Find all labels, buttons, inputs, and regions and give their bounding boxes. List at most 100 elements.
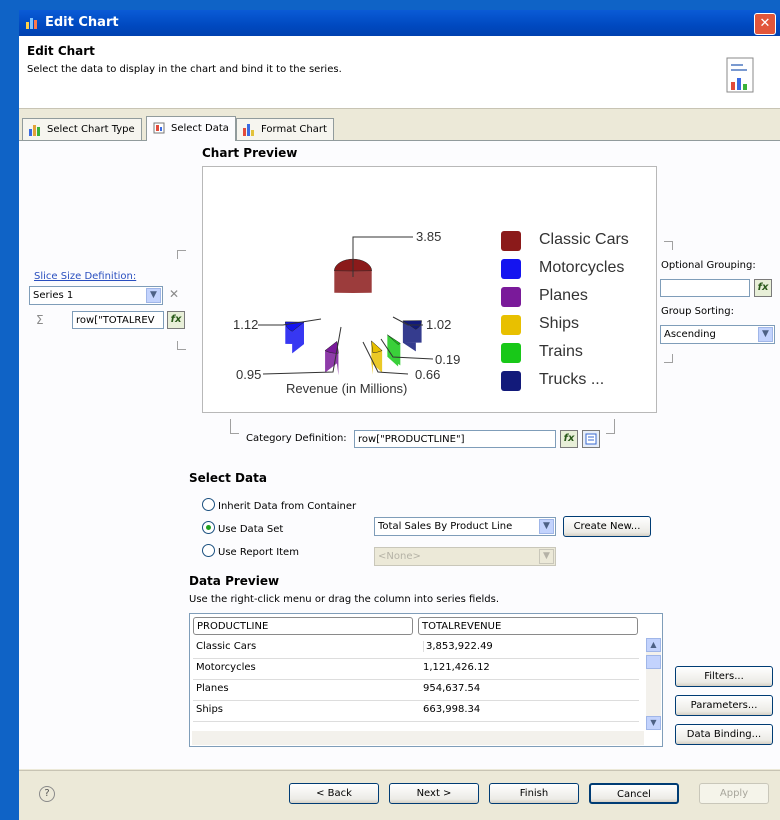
radio-label: Inherit Data from Container (218, 501, 357, 512)
data-label-trains: 0.19 (435, 352, 461, 367)
legend-label: Motorcycles (539, 259, 625, 276)
category-definition-label: Category Definition: (246, 433, 347, 444)
table-row[interactable]: Ships 663,998.34 (193, 701, 639, 722)
tab-label: Select Data (171, 123, 229, 134)
chevron-down-icon[interactable]: ▼ (758, 327, 773, 342)
legend-label: Planes (539, 287, 588, 304)
data-icon (153, 122, 165, 134)
chart-icon (26, 18, 37, 29)
wizard-header: Edit Chart Select the data to display in… (19, 36, 780, 109)
group-sorting-select[interactable]: Ascending ▼ (660, 325, 775, 344)
radio-circle[interactable] (202, 521, 215, 534)
bracket (177, 341, 186, 350)
chart-preview-title: Chart Preview (202, 146, 298, 160)
column-header-productline[interactable]: PRODUCTLINE (193, 617, 413, 635)
report-item-select-value: <None> (378, 551, 421, 562)
scroll-down-icon[interactable]: ▼ (646, 716, 661, 730)
table-cell: 663,998.34 (423, 704, 481, 715)
expression-builder-icon[interactable]: fx (167, 311, 185, 329)
category-expression-icon[interactable]: fx (560, 430, 578, 448)
vertical-scrollbar[interactable]: ▲ ▼ (646, 638, 661, 730)
window-title: Edit Chart (45, 15, 119, 30)
bracket (664, 354, 673, 363)
table-cell: Motorcycles (196, 662, 256, 673)
remove-series-icon[interactable]: ✕ (169, 287, 179, 301)
data-binding-button[interactable]: Data Binding... (675, 724, 773, 745)
title-bar[interactable]: Edit Chart ✕ (19, 10, 780, 36)
legend-label: Trucks ... (539, 371, 605, 388)
radio-inherit-data[interactable]: Inherit Data from Container (202, 498, 356, 512)
tab-select-data[interactable]: Select Data (146, 116, 236, 141)
column-header-totalrevenue[interactable]: TOTALREVENUE (418, 617, 638, 635)
data-label-trucks: 1.02 (426, 317, 452, 332)
axis-label: Revenue (in Millions) (286, 381, 408, 396)
legend-swatch (501, 343, 521, 363)
report-item-select[interactable]: <None> ▼ (374, 547, 556, 566)
finish-button[interactable]: Finish (489, 783, 579, 804)
chart-preview: 1.12 0.95 3.85 1.02 0.19 0.66 Revenue (i… (202, 166, 657, 413)
radio-label: Use Data Set (218, 524, 284, 535)
legend-label: Trains (539, 343, 583, 360)
chart-type-icon (29, 125, 40, 136)
legend-swatch (501, 287, 521, 307)
legend-label: Ships (539, 315, 580, 332)
bracket (177, 250, 186, 259)
optional-grouping-label: Optional Grouping: (661, 260, 756, 271)
radio-circle[interactable] (202, 498, 215, 511)
tab-format-chart[interactable]: Format Chart (236, 118, 334, 140)
next-button[interactable]: Next > (389, 783, 479, 804)
data-preview-hint: Use the right-click menu or drag the col… (189, 594, 500, 605)
parameters-button[interactable]: Parameters... (675, 695, 773, 716)
leader-line (362, 341, 409, 375)
chart-wizard-icon (726, 57, 754, 93)
radio-use-data-set[interactable]: Use Data Set (202, 521, 283, 535)
data-preview-table: PRODUCTLINE TOTALREVENUE Classic Cars 3,8… (189, 613, 663, 747)
grouping-options-icon[interactable] (582, 430, 600, 448)
table-cell: Planes (196, 683, 229, 694)
format-icon (243, 124, 254, 136)
tab-label: Format Chart (261, 124, 327, 135)
back-button[interactable]: < Back (289, 783, 379, 804)
legend-swatch (501, 315, 521, 335)
scrollbar-thumb[interactable] (646, 655, 661, 669)
series-expression-input[interactable]: row["TOTALREV (72, 311, 164, 329)
tab-select-chart-type[interactable]: Select Chart Type (22, 118, 142, 140)
data-label-motorcycles: 1.12 (233, 317, 259, 332)
footer-separator (19, 770, 780, 771)
radio-use-report-item[interactable]: Use Report Item (202, 544, 299, 558)
optional-grouping-input[interactable] (660, 279, 750, 297)
bracket (664, 241, 673, 250)
data-preview-title: Data Preview (189, 574, 280, 588)
radio-circle[interactable] (202, 544, 215, 557)
edit-chart-window: Edit Chart ✕ Edit Chart Select the data … (19, 10, 780, 820)
data-label-planes: 0.95 (236, 367, 262, 382)
data-label-ships: 0.66 (415, 367, 441, 382)
table-cell: Classic Cars (196, 641, 257, 652)
bracket (606, 419, 615, 434)
chevron-down-icon[interactable]: ▼ (539, 549, 554, 564)
close-button[interactable]: ✕ (754, 13, 776, 35)
scroll-up-icon[interactable]: ▲ (646, 638, 661, 652)
grouping-expression-icon[interactable]: fx (754, 279, 772, 297)
horizontal-scrollbar[interactable] (192, 731, 644, 745)
chevron-down-icon[interactable]: ▼ (146, 288, 161, 303)
group-sorting-label: Group Sorting: (661, 306, 734, 317)
data-label-classic-cars: 3.85 (416, 229, 442, 244)
create-new-button[interactable]: Create New... (563, 516, 651, 537)
table-row[interactable]: Classic Cars 3,853,922.49 (193, 638, 639, 659)
sigma-icon[interactable]: Σ (36, 313, 44, 327)
select-data-panel: Chart Preview 1.12 0.95 3.85 1.02 0.19 0… (19, 141, 780, 769)
category-expression-input[interactable]: row["PRODUCTLINE"] (354, 430, 556, 448)
dataset-select[interactable]: Total Sales By Product Line ▼ (374, 517, 556, 536)
legend-swatch (501, 259, 521, 279)
help-icon[interactable]: ? (39, 786, 55, 802)
radio-label: Use Report Item (218, 547, 299, 558)
series-select[interactable]: Series 1 ▼ (29, 286, 163, 305)
table-row[interactable]: Planes 954,637.54 (193, 680, 639, 701)
chevron-down-icon[interactable]: ▼ (539, 519, 554, 534)
pie-slice (371, 340, 383, 353)
apply-button[interactable]: Apply (699, 783, 769, 804)
table-row[interactable]: Motorcycles 1,121,426.12 (193, 659, 639, 680)
cancel-button[interactable]: Cancel (589, 783, 679, 804)
filters-button[interactable]: Filters... (675, 666, 773, 687)
